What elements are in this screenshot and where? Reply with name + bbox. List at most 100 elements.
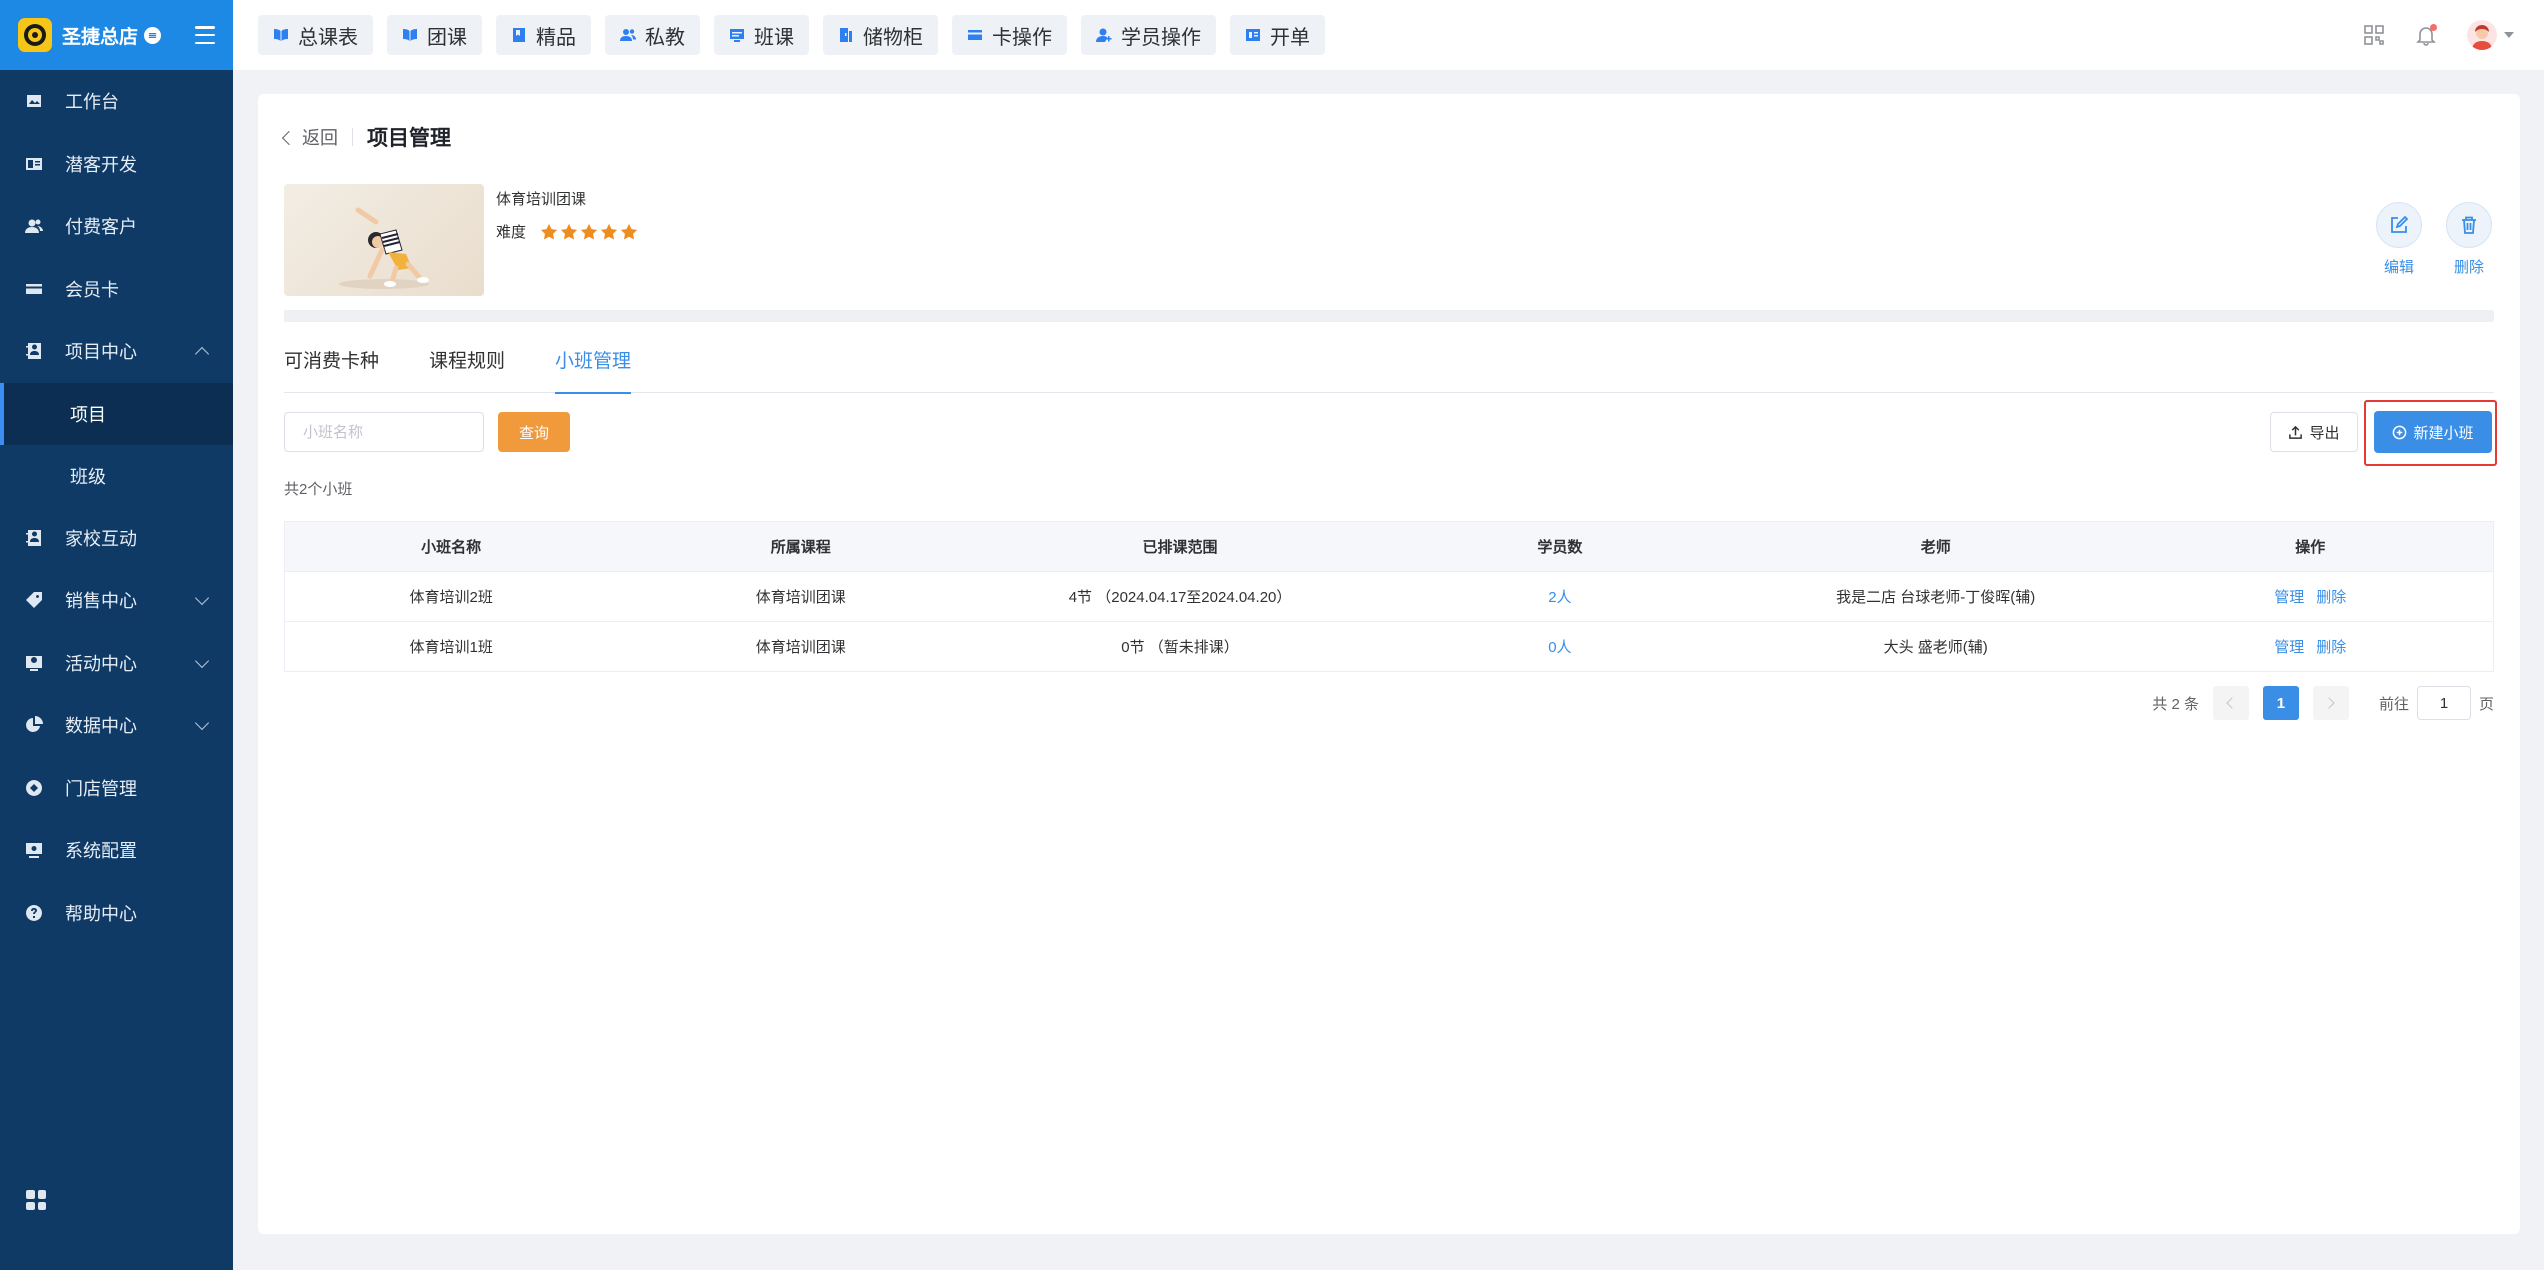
qr-code-icon[interactable] <box>2363 24 2385 46</box>
sidebar-item-label: 门店管理 <box>65 778 137 799</box>
sidebar-item-label: 数据中心 <box>65 716 137 737</box>
apps-grid-icon[interactable] <box>26 1190 46 1210</box>
export-button[interactable]: 导出 <box>2270 412 2358 452</box>
sidebar-item-label: 班级 <box>70 466 106 487</box>
sidebar-item-activity-center[interactable]: 活动中心 <box>0 632 233 695</box>
quick-button-private[interactable]: 私教 <box>605 15 700 55</box>
delete-label: 删除 <box>2453 259 2484 276</box>
quick-button-card-operation[interactable]: 卡操作 <box>952 15 1067 55</box>
sidebar-item-system-config[interactable]: 系统配置 <box>0 819 233 882</box>
page-header: 返回 项目管理 <box>281 122 451 152</box>
caret-down-icon[interactable] <box>2504 32 2514 38</box>
difficulty-label: 难度 <box>496 224 527 241</box>
quick-button-label: 总课表 <box>298 26 358 49</box>
edit-icon <box>2376 202 2422 248</box>
class-name-search-input[interactable] <box>284 412 484 452</box>
chevron-down-icon <box>194 716 210 731</box>
page-number-button[interactable]: 1 <box>2262 686 2299 720</box>
cell-teacher: 我是二店 台球老师-丁俊晖(辅) <box>1743 571 2128 622</box>
difficulty-stars <box>540 223 640 241</box>
cell-schedule-range: 4节 （2024.04.17至2024.04.20） <box>984 571 1376 622</box>
store-switch-icon[interactable] <box>144 26 162 44</box>
sidebar-item-label: 系统配置 <box>65 841 137 862</box>
quick-button-open-order[interactable]: 开单 <box>1230 15 1325 55</box>
board-icon <box>729 27 745 43</box>
sidebar-item-prospects[interactable]: 潜客开发 <box>0 133 233 196</box>
delete-link[interactable]: 删除 <box>2316 589 2346 606</box>
column-header: 学员数 <box>1375 521 1744 572</box>
sidebar-item-label: 项目 <box>70 404 106 425</box>
delete-button[interactable]: 删除 <box>2446 202 2492 277</box>
sidebar-item-data-center[interactable]: 数据中心 <box>0 694 233 757</box>
sidebar-item-label: 家校互动 <box>65 528 137 549</box>
sidebar-item-paying-customers[interactable]: 付费客户 <box>0 195 233 258</box>
cell-class-name: 体育培训2班 <box>284 571 618 622</box>
edit-label: 编辑 <box>2383 259 2414 276</box>
new-class-button[interactable]: 新建小班 <box>2374 411 2492 453</box>
avatar[interactable] <box>2467 20 2497 50</box>
image-icon <box>24 91 44 111</box>
quick-button-locker[interactable]: 储物柜 <box>823 15 938 55</box>
card-icon <box>24 279 44 299</box>
settings-icon <box>24 840 44 860</box>
delete-link[interactable]: 删除 <box>2316 639 2346 656</box>
edit-button[interactable]: 编辑 <box>2376 202 2422 277</box>
chevron-up-icon <box>194 347 210 362</box>
chevron-down-icon <box>194 653 210 668</box>
quick-button-group-class[interactable]: 团课 <box>387 15 482 55</box>
tab-consumable-cards[interactable]: 可消费卡种 <box>284 344 379 393</box>
sidebar-item-project-center[interactable]: 项目中心 <box>0 320 233 383</box>
star-icon <box>560 223 578 239</box>
manage-link[interactable]: 管理 <box>2274 589 2304 606</box>
students-link[interactable]: 2人 <box>1548 589 1571 606</box>
students-link[interactable]: 0人 <box>1548 639 1571 656</box>
header-divider <box>352 128 353 146</box>
column-header: 已排课范围 <box>984 521 1376 572</box>
cell-actions: 管理 删除 <box>2127 621 2494 672</box>
star-icon <box>620 223 638 239</box>
plus-circle-icon <box>2393 425 2407 439</box>
goto-page-input[interactable] <box>2416 686 2471 720</box>
column-header: 所属课程 <box>617 521 985 572</box>
back-button[interactable]: 返回 <box>281 124 338 150</box>
sidebar-item-label: 潜客开发 <box>65 154 137 175</box>
table-row: 体育培训2班 体育培训团课 4节 （2024.04.17至2024.04.20）… <box>284 571 2494 622</box>
quick-button-class-course[interactable]: 班课 <box>714 15 809 55</box>
chevron-left-icon <box>281 130 297 145</box>
sidebar-item-help-center[interactable]: 帮助中心 <box>0 882 233 945</box>
tab-small-class-management[interactable]: 小班管理 <box>555 344 632 394</box>
query-button[interactable]: 查询 <box>498 412 570 452</box>
cell-actions: 管理 删除 <box>2127 571 2494 622</box>
top-bar: 总课表 团课 精品 私教 班课 储物柜 卡操作 学员操作 开单 <box>233 0 2544 70</box>
back-label: 返回 <box>302 128 338 148</box>
column-header: 老师 <box>1743 521 2128 572</box>
contact-book-icon <box>24 528 44 548</box>
cell-teacher: 大头 盛老师(辅) <box>1743 621 2128 672</box>
quick-button-label: 精品 <box>536 26 576 49</box>
quick-button-label: 开单 <box>1270 26 1310 49</box>
sidebar-subitem-project[interactable]: 项目 <box>0 382 233 445</box>
pagination-total: 共 2 条 <box>2152 695 2199 713</box>
quick-button-premium[interactable]: 精品 <box>496 15 591 55</box>
sidebar-item-workbench[interactable]: 工作台 <box>0 70 233 133</box>
class-count: 共2个小班 <box>284 481 353 498</box>
sidebar-item-sales-center[interactable]: 销售中心 <box>0 569 233 632</box>
next-page-button[interactable] <box>2312 686 2349 720</box>
sidebar-item-membership-card[interactable]: 会员卡 <box>0 258 233 321</box>
goto-prefix: 前往 <box>2378 695 2409 713</box>
bell-icon[interactable] <box>2415 24 2437 46</box>
quick-button-schedule[interactable]: 总课表 <box>258 15 373 55</box>
sidebar-subitem-class[interactable]: 班级 <box>0 445 233 507</box>
chevron-down-icon <box>194 591 210 606</box>
quick-button-student-operation[interactable]: 学员操作 <box>1081 15 1216 55</box>
sidebar-item-store-management[interactable]: 门店管理 <box>0 757 233 820</box>
sidebar-item-home-school[interactable]: 家校互动 <box>0 507 233 570</box>
star-icon <box>580 223 598 239</box>
difficulty-row: 难度 <box>496 221 640 242</box>
menu-toggle-icon[interactable] <box>195 26 215 44</box>
manage-link[interactable]: 管理 <box>2274 639 2304 656</box>
tab-course-rules[interactable]: 课程规则 <box>429 344 505 393</box>
users-icon <box>620 27 636 43</box>
table-row: 体育培训1班 体育培训团课 0节 （暂未排课） 0人 大头 盛老师(辅) 管理删… <box>284 621 2494 672</box>
prev-page-button[interactable] <box>2212 686 2249 720</box>
